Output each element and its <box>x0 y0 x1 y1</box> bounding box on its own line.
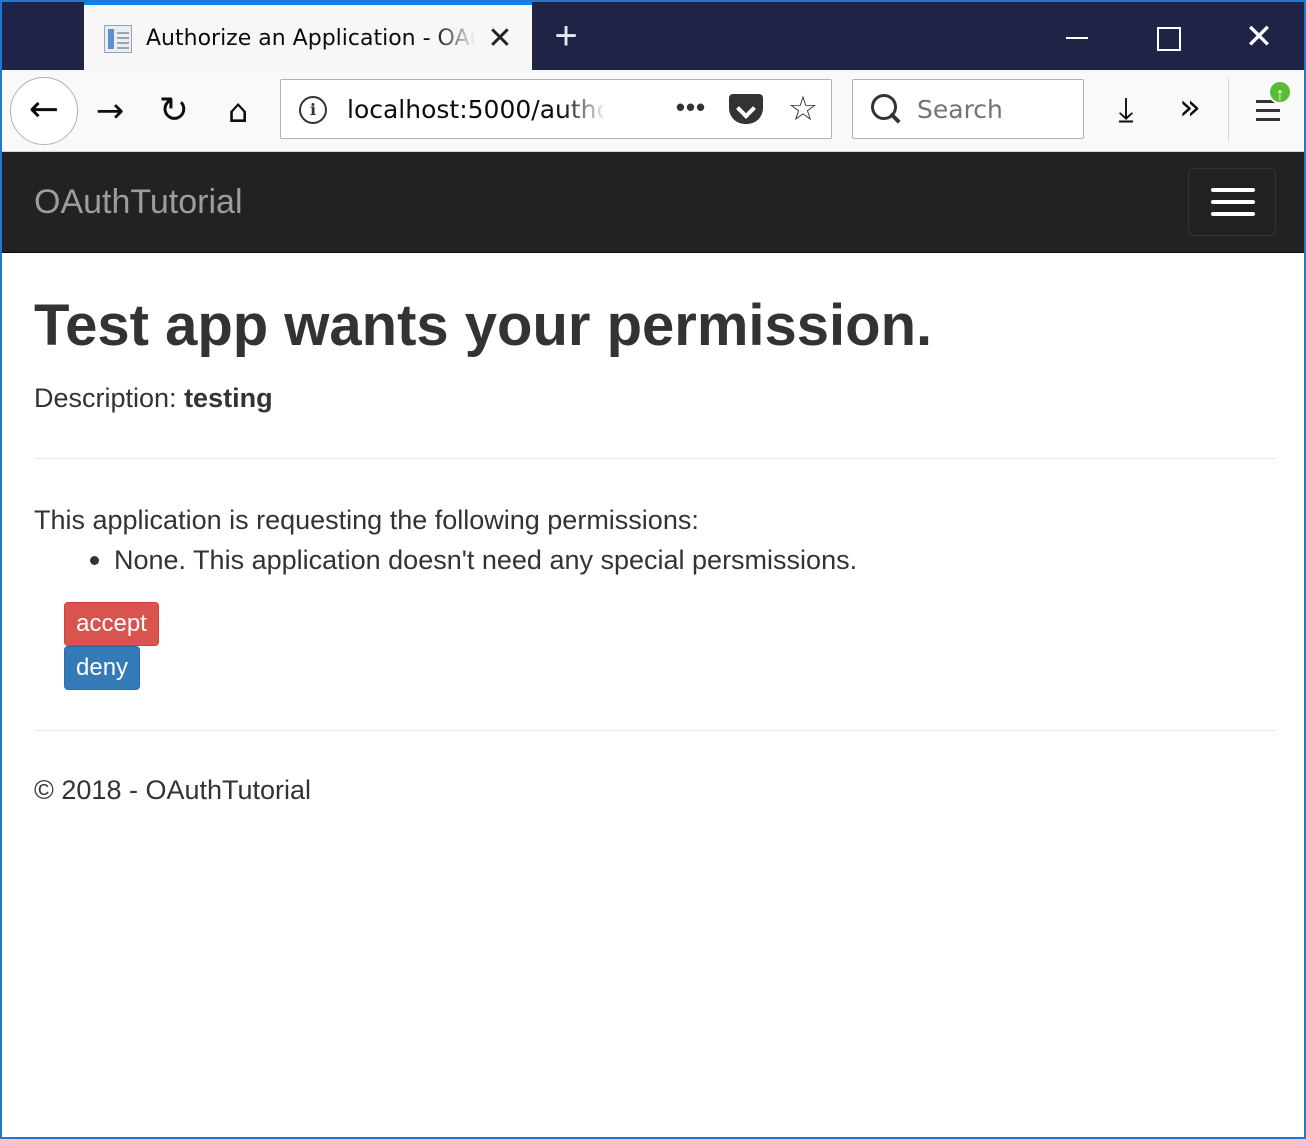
new-tab-icon[interactable]: + <box>548 16 584 56</box>
tab-title-fade <box>434 22 476 56</box>
forward-arrow-icon[interactable]: → <box>90 90 130 132</box>
page-favicon-icon <box>104 25 132 53</box>
maximize-icon[interactable] <box>1144 16 1190 58</box>
app-description: Description: testing <box>34 380 273 416</box>
search-placeholder[interactable]: Search <box>917 94 1003 126</box>
deny-button[interactable]: deny <box>64 646 140 690</box>
navigation-toolbar: ← → ↻ ⌂ i localhost:5000/authorize ••• ☆… <box>2 70 1304 152</box>
home-icon[interactable]: ⌂ <box>218 90 258 132</box>
hamburger-icon <box>1211 188 1255 192</box>
footer-text: © 2018 - OAuthTutorial <box>34 775 312 805</box>
bookmark-star-icon[interactable]: ☆ <box>785 90 821 128</box>
divider <box>34 458 1276 459</box>
browser-window: Authorize an Application - OAuthTutorial… <box>0 0 1306 1139</box>
tab-title: Authorize an Application - OAuthTutorial <box>146 26 476 51</box>
site-info-icon[interactable]: i <box>299 96 327 124</box>
window-close-icon[interactable]: ✕ <box>1236 16 1282 58</box>
navbar-toggle-button[interactable] <box>1188 168 1276 236</box>
address-bar[interactable]: i localhost:5000/authorize ••• ☆ <box>280 79 832 139</box>
back-arrow-icon: ← <box>28 89 60 130</box>
reload-icon[interactable]: ↻ <box>154 90 194 132</box>
page-title: Test app wants your permission. <box>34 290 932 362</box>
permissions-intro: This application is requesting the follo… <box>34 505 699 535</box>
site-navbar: OAuthTutorial <box>2 152 1304 253</box>
description-value: testing <box>184 383 273 413</box>
permissions-list: None. This application doesn't need any … <box>90 542 857 578</box>
search-box[interactable]: Search <box>852 79 1084 139</box>
update-available-icon: ↑ <box>1268 80 1292 104</box>
pocket-icon[interactable] <box>729 94 763 124</box>
back-button[interactable]: ← <box>10 77 78 145</box>
navbar-brand[interactable]: OAuthTutorial <box>34 182 243 222</box>
list-item: None. This application doesn't need any … <box>90 542 857 578</box>
browser-tab[interactable]: Authorize an Application - OAuthTutorial… <box>84 2 532 70</box>
app-name: Test app <box>34 293 269 358</box>
search-icon <box>871 94 901 124</box>
footer-divider <box>34 730 1276 731</box>
downloads-icon[interactable]: ⤓ <box>1106 88 1146 132</box>
page-actions-icon[interactable]: ••• <box>673 94 709 126</box>
heading-suffix: wants your permission. <box>268 293 933 358</box>
close-tab-icon[interactable]: ✕ <box>484 23 516 55</box>
title-bar: Authorize an Application - OAuthTutorial… <box>2 2 1304 70</box>
description-label: Description: <box>34 383 185 413</box>
accept-button[interactable]: accept <box>64 602 159 646</box>
minimize-icon[interactable] <box>1054 16 1100 58</box>
overflow-chevrons-icon[interactable]: » <box>1170 88 1210 132</box>
toolbar-separator <box>1228 78 1229 142</box>
url-fade <box>563 94 607 126</box>
